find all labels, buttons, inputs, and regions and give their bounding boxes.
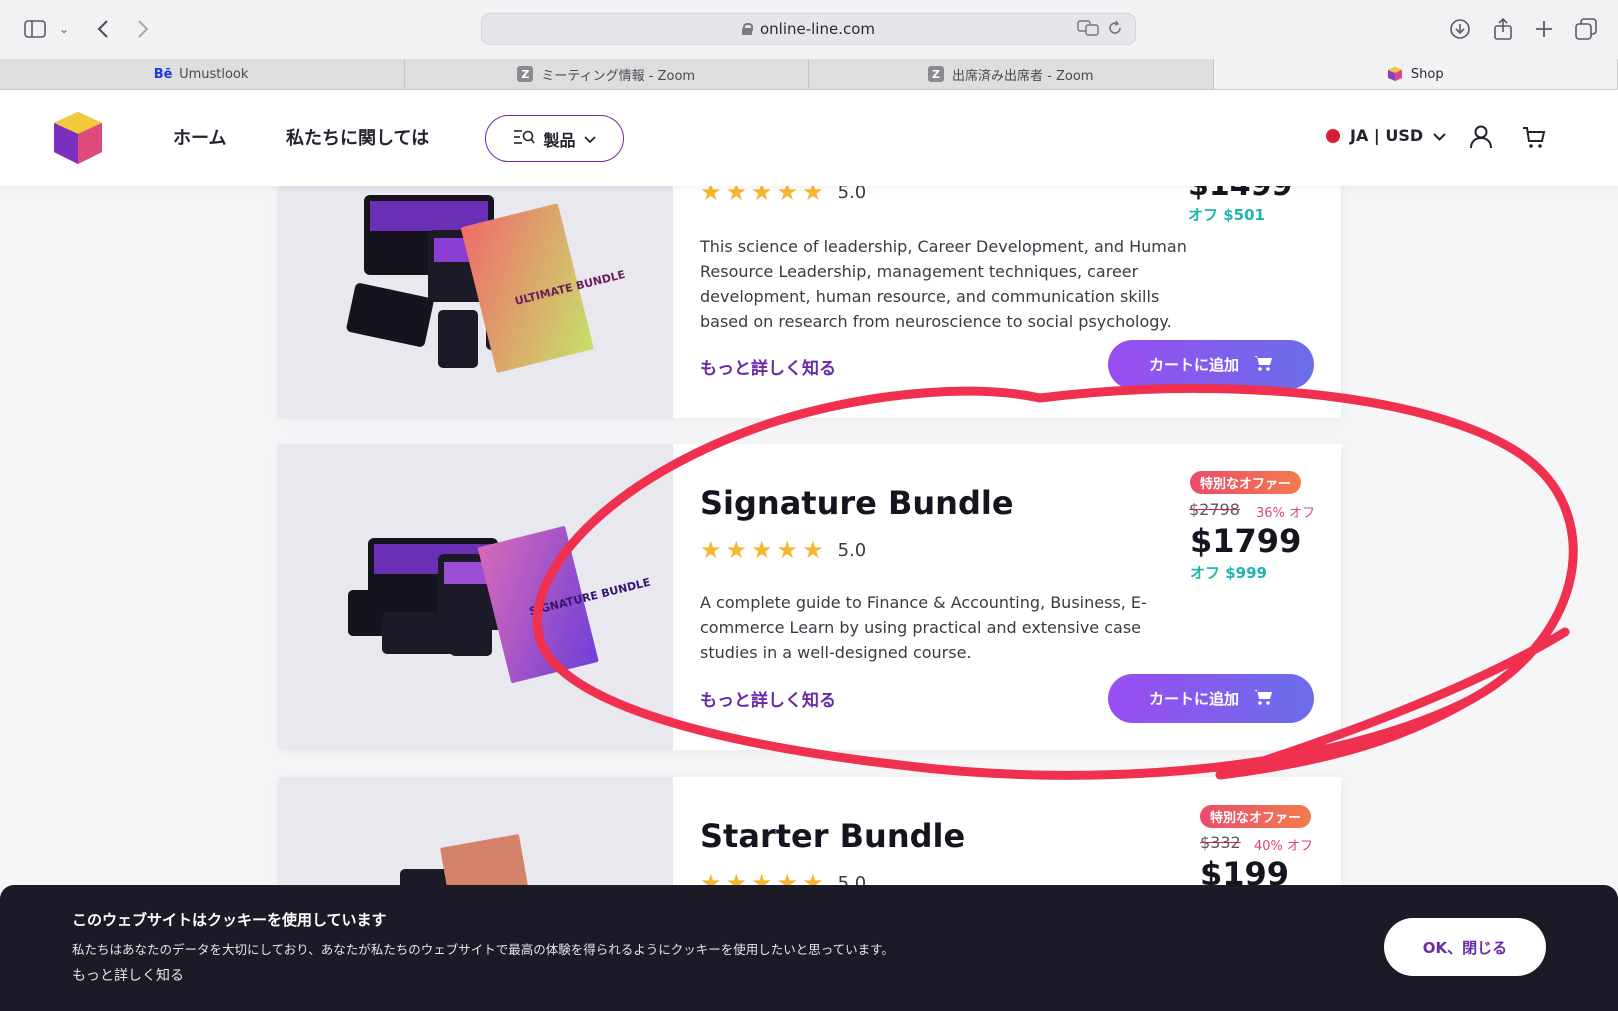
account-icon[interactable] bbox=[1464, 120, 1498, 154]
product-card-signature: SIGNATURE BUNDLE Signature Bundle ★ ★ ★ … bbox=[278, 444, 1341, 750]
add-to-cart-label: カートに追加 bbox=[1148, 356, 1239, 374]
cookie-ok-button[interactable]: OK、閉じる bbox=[1384, 918, 1546, 976]
sidebar-toggle-icon[interactable] bbox=[20, 14, 50, 44]
savings-amount: オフ $999 bbox=[1190, 564, 1267, 582]
product-image: SIGNATURE BUNDLE bbox=[278, 444, 673, 750]
shop-cube-icon bbox=[1387, 66, 1403, 82]
reload-icon[interactable] bbox=[1107, 20, 1123, 40]
url-text: online-line.com bbox=[759, 20, 876, 38]
cookie-text: 私たちはあなたのデータを大切にしており、あなたが私たちのウェブサイトで最高の体験… bbox=[72, 942, 894, 957]
download-icon[interactable] bbox=[1447, 14, 1473, 44]
products-label: 製品 bbox=[543, 130, 576, 150]
new-tab-icon[interactable] bbox=[1532, 14, 1556, 44]
zoom-icon: Z bbox=[928, 66, 945, 82]
zoom-icon: Z bbox=[517, 66, 534, 82]
tab-zoom-attendees[interactable]: Z 出席済み出席者 - Zoom bbox=[809, 59, 1214, 89]
learn-more-link[interactable]: もっと詳しく知る bbox=[700, 686, 836, 711]
current-price: $1799 bbox=[1190, 522, 1302, 560]
original-price: $2798 bbox=[1189, 500, 1240, 519]
original-price: $332 bbox=[1200, 833, 1241, 852]
cookie-banner: このウェブサイトはクッキーを使用しています 私たちはあなたのデータを大切にしてお… bbox=[0, 885, 1618, 1011]
rating-stars: ★ ★ ★ ★ ★ 5.0 bbox=[700, 538, 866, 562]
tab-overview-icon[interactable] bbox=[1573, 14, 1599, 44]
cart-icon bbox=[1253, 688, 1273, 710]
site-header: ホーム 私たちに関しては 製品 JA | USD bbox=[0, 90, 1618, 186]
forward-icon[interactable] bbox=[130, 14, 156, 44]
cart-icon[interactable] bbox=[1517, 120, 1551, 154]
tab-umustlook[interactable]: Bē Umustlook bbox=[0, 59, 405, 89]
star-icon: ★ bbox=[725, 536, 748, 564]
add-to-cart-button[interactable]: カートに追加 bbox=[1108, 340, 1314, 389]
tab-zoom-meeting[interactable]: Z ミーティング情報 - Zoom bbox=[405, 59, 809, 89]
nav-home[interactable]: ホーム bbox=[173, 124, 226, 150]
behance-icon: Bē bbox=[153, 66, 173, 82]
star-icon: ★ bbox=[700, 536, 722, 564]
learn-more-link[interactable]: もっと詳しく知る bbox=[700, 354, 836, 379]
share-icon[interactable] bbox=[1490, 14, 1516, 44]
discount-percent: 36% オフ bbox=[1256, 506, 1316, 521]
lang-currency-label: JA | USD bbox=[1350, 126, 1424, 145]
language-currency-selector[interactable]: JA | USD bbox=[1326, 126, 1446, 145]
translate-icon[interactable] bbox=[1077, 20, 1099, 40]
product-title[interactable]: Signature Bundle bbox=[700, 484, 1014, 522]
chevron-down-icon bbox=[583, 129, 596, 148]
lock-icon bbox=[741, 23, 753, 35]
nav-about[interactable]: 私たちに関しては bbox=[286, 124, 429, 150]
star-icon: ★ bbox=[751, 536, 773, 564]
flag-icon bbox=[1326, 128, 1340, 143]
tab-label: Shop bbox=[1410, 66, 1444, 82]
rating-value: 5.0 bbox=[837, 539, 867, 561]
chevron-down-icon bbox=[1433, 126, 1446, 145]
address-bar[interactable]: online-line.com bbox=[481, 13, 1136, 45]
add-to-cart-button[interactable]: カートに追加 bbox=[1108, 674, 1314, 723]
special-offer-badge: 特別なオファー bbox=[1200, 805, 1312, 828]
browser-toolbar: ⌄ online-line.com bbox=[0, 0, 1618, 59]
cart-icon bbox=[1253, 354, 1273, 376]
tab-label: 出席済み出席者 - Zoom bbox=[952, 68, 1094, 84]
star-icon: ★ bbox=[802, 536, 824, 564]
tab-shop[interactable]: Shop bbox=[1213, 59, 1618, 89]
list-search-icon bbox=[513, 128, 536, 150]
back-icon[interactable] bbox=[90, 14, 116, 44]
discount-percent: 40% オフ bbox=[1254, 839, 1314, 854]
product-title[interactable]: Starter Bundle bbox=[700, 817, 965, 855]
savings-amount: オフ $501 bbox=[1188, 206, 1265, 224]
star-icon: ★ bbox=[776, 536, 799, 564]
product-description: This science of leadership, Career Devel… bbox=[700, 237, 1187, 331]
products-menu-button[interactable]: 製品 bbox=[485, 115, 624, 162]
cookie-learn-more-link[interactable]: もっと詳しく知る bbox=[72, 965, 184, 985]
product-description: A complete guide to Finance & Accounting… bbox=[700, 593, 1147, 662]
tab-label: Umustlook bbox=[179, 66, 249, 82]
cookie-title: このウェブサイトはクッキーを使用しています bbox=[72, 911, 387, 929]
chevron-down-icon[interactable]: ⌄ bbox=[56, 14, 72, 44]
tab-label: ミーティング情報 - Zoom bbox=[541, 68, 696, 84]
add-to-cart-label: カートに追加 bbox=[1148, 690, 1239, 708]
tab-bar: Bē Umustlook Z ミーティング情報 - Zoom Z 出席済み出席者… bbox=[0, 59, 1618, 90]
site-logo[interactable] bbox=[52, 110, 104, 166]
special-offer-badge: 特別なオファー bbox=[1190, 471, 1302, 494]
